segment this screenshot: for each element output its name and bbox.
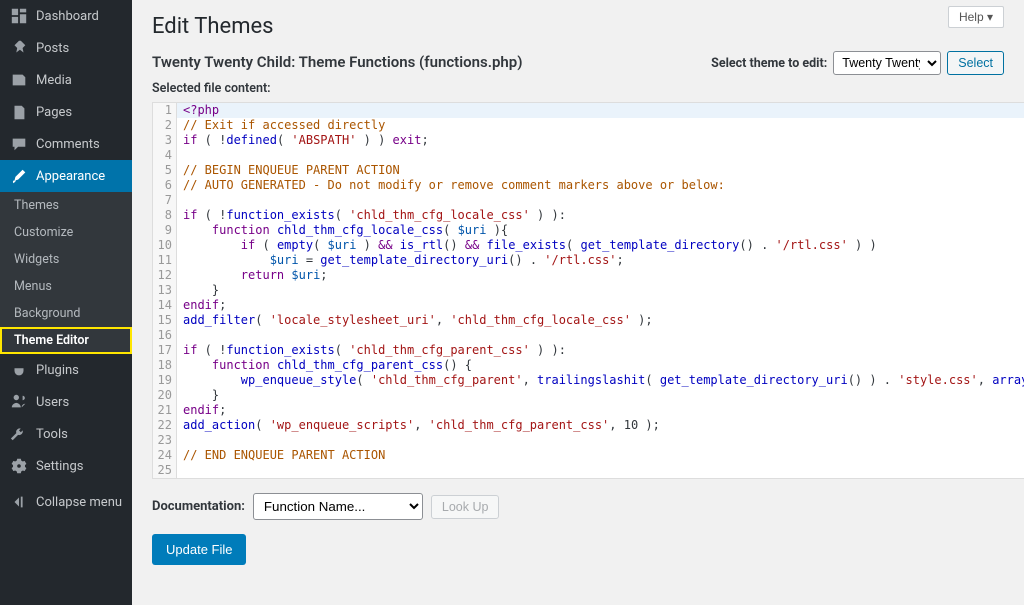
main-content: Help ▾ Edit Themes Twenty Twenty Child: … — [132, 0, 1024, 605]
code-line: 23 — [153, 433, 1024, 448]
theme-select[interactable]: Twenty Twenty Cl — [833, 51, 941, 75]
code-line: 6// AUTO GENERATED - Do not modify or re… — [153, 178, 1024, 193]
code-line: 13 } — [153, 283, 1024, 298]
code-line: 5// BEGIN ENQUEUE PARENT ACTION — [153, 163, 1024, 178]
code-line: 4 — [153, 148, 1024, 163]
code-line: 25 — [153, 463, 1024, 478]
admin-sidebar: Dashboard Posts Media Pages Comments Appearan… — [0, 0, 132, 605]
code-line: 21endif; — [153, 403, 1024, 418]
sidebar-subitem-menus[interactable]: Menus — [0, 273, 132, 300]
sidebar-item-label: Posts — [36, 41, 69, 56]
sidebar-item-label: Media — [36, 73, 72, 88]
sidebar-item-posts[interactable]: Posts — [0, 32, 132, 64]
sidebar-item-tools[interactable]: Tools — [0, 418, 132, 450]
collapse-menu[interactable]: Collapse menu — [0, 486, 132, 518]
select-theme-label: Select theme to edit: — [711, 56, 827, 71]
sidebar-subitem-customize[interactable]: Customize — [0, 219, 132, 246]
code-line: 12 return $uri; — [153, 268, 1024, 283]
documentation-select[interactable]: Function Name... — [253, 493, 423, 520]
code-line: 2// Exit if accessed directly — [153, 118, 1024, 133]
help-button[interactable]: Help ▾ — [948, 6, 1004, 28]
page-title: Edit Themes — [152, 14, 1004, 39]
code-line: 18 function chld_thm_cfg_parent_css() { — [153, 358, 1024, 373]
sidebar-item-label: Pages — [36, 105, 72, 120]
code-line: 14endif; — [153, 298, 1024, 313]
sidebar-item-pages[interactable]: Pages — [0, 96, 132, 128]
update-file-button[interactable]: Update File — [152, 534, 246, 565]
code-line: 7 — [153, 193, 1024, 208]
sidebar-subitem-widgets[interactable]: Widgets — [0, 246, 132, 273]
code-line: 11 $uri = get_template_directory_uri() .… — [153, 253, 1024, 268]
code-line: 3if ( !defined( 'ABSPATH' ) ) exit; — [153, 133, 1024, 148]
code-line: 17if ( !function_exists( 'chld_thm_cfg_p… — [153, 343, 1024, 358]
sidebar-subitem-themes[interactable]: Themes — [0, 192, 132, 219]
sidebar-item-label: Plugins — [36, 363, 79, 378]
sidebar-item-label: Appearance — [36, 169, 105, 184]
code-line: 15add_filter( 'locale_stylesheet_uri', '… — [153, 313, 1024, 328]
sidebar-item-media[interactable]: Media — [0, 64, 132, 96]
sidebar-item-appearance[interactable]: Appearance — [0, 160, 132, 192]
selected-file-label: Selected file content: — [152, 81, 1004, 96]
code-editor[interactable]: 1<?php2// Exit if accessed directly3if (… — [152, 102, 1024, 479]
code-line: 16 — [153, 328, 1024, 343]
code-line: 19 wp_enqueue_style( 'chld_thm_cfg_paren… — [153, 373, 1024, 388]
sidebar-item-comments[interactable]: Comments — [0, 128, 132, 160]
sidebar-item-label: Tools — [36, 427, 68, 442]
code-line: 9 function chld_thm_cfg_locale_css( $uri… — [153, 223, 1024, 238]
code-line: 8if ( !function_exists( 'chld_thm_cfg_lo… — [153, 208, 1024, 223]
code-line: 20 } — [153, 388, 1024, 403]
sidebar-item-dashboard[interactable]: Dashboard — [0, 0, 132, 32]
sidebar-subitem-background[interactable]: Background — [0, 300, 132, 327]
sidebar-item-label: Users — [36, 395, 69, 410]
code-line: 1<?php — [153, 103, 1024, 118]
sub-title: Twenty Twenty Child: Theme Functions (fu… — [152, 53, 522, 71]
sidebar-subitem-theme-editor[interactable]: Theme Editor — [0, 327, 132, 354]
select-theme-button[interactable]: Select — [947, 51, 1004, 75]
code-line: 24// END ENQUEUE PARENT ACTION — [153, 448, 1024, 463]
code-line: 22add_action( 'wp_enqueue_scripts', 'chl… — [153, 418, 1024, 433]
lookup-button[interactable]: Look Up — [431, 495, 500, 519]
sidebar-item-settings[interactable]: Settings — [0, 450, 132, 482]
code-line: 10 if ( empty( $uri ) && is_rtl() && fil… — [153, 238, 1024, 253]
sidebar-item-label: Comments — [36, 137, 100, 152]
sidebar-item-label: Settings — [36, 459, 83, 474]
sidebar-item-plugins[interactable]: Plugins — [0, 354, 132, 386]
sidebar-item-users[interactable]: Users — [0, 386, 132, 418]
documentation-label: Documentation: — [152, 499, 245, 514]
sidebar-item-label: Dashboard — [36, 9, 99, 24]
